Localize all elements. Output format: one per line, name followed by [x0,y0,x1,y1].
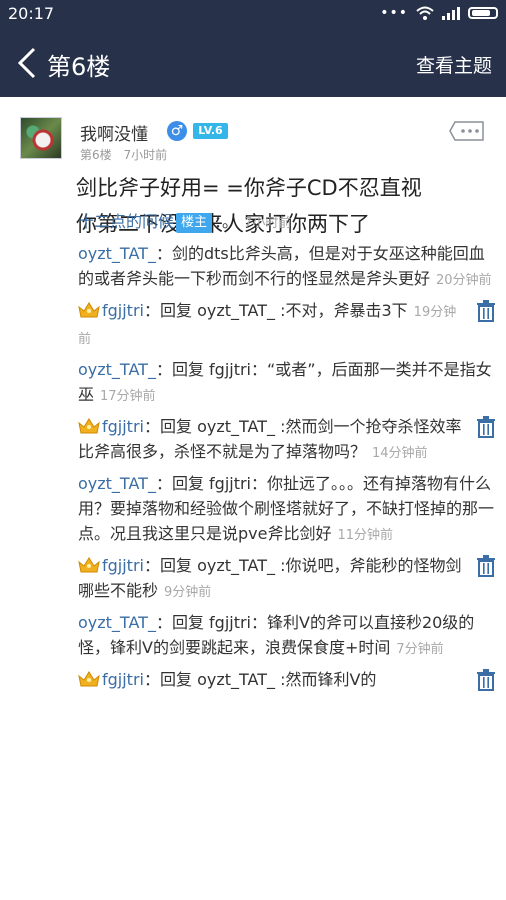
post-time: 7小时前 [123,148,168,162]
reply-username[interactable]: fgjjtri [102,301,144,320]
view-topic-button[interactable]: 查看主题 [416,51,492,78]
reply-time: 17分钟前 [100,389,156,404]
reply-username[interactable]: oyzt_TAT_ [78,360,156,379]
reply-item[interactable]: 十二点的问候 楼主：。 7小时前 [78,209,496,236]
delete-icon[interactable] [476,416,496,438]
reply-time: 11分钟前 [337,528,394,543]
post-content-line: 剑比斧子好用= =你斧子CD不忍直视 [76,176,422,200]
signal-icon [442,6,460,20]
reply-text: ：回复 oyzt_TAT_ :不对，斧暴击3下 [143,301,408,320]
reply-item[interactable]: fgjjtri：回复 oyzt_TAT_ :然而剑一个抢夺杀怪效率比斧高很多，杀… [78,414,496,466]
post-username[interactable]: 我啊没懂 [80,120,148,145]
delete-icon[interactable] [476,300,496,322]
avatar[interactable] [20,117,62,159]
battery-icon [468,7,498,19]
reply-username[interactable]: oyzt_TAT_ [78,244,156,263]
more-dots-icon: ••• [380,5,408,21]
page-title: 第6楼 [47,53,111,81]
reply-time: 7小时前 [244,216,292,231]
delete-icon[interactable] [476,555,496,577]
floor-label: 第6楼 [80,148,112,162]
reply-text: ：回复 oyzt_TAT_ :然而锋利V的 [143,670,377,689]
bottom-edge [0,885,506,900]
host-badge: 楼主 [176,213,213,233]
comment-icon[interactable] [449,121,485,141]
crown-icon [78,301,100,319]
reply-username[interactable]: fgjjtri [102,556,144,575]
reply-username[interactable]: oyzt_TAT_ [78,474,156,493]
reply-username[interactable]: fgjjtri [102,417,144,436]
reply-username[interactable]: 十二点的问候 [78,212,174,231]
reply-item[interactable]: fgjjtri：回复 oyzt_TAT_ :你说吧，斧能秒的怪物剑哪些不能秒 9分… [78,553,496,605]
header: 20:17 ••• 第6楼 查看主题 [0,0,506,97]
reply-time: 20分钟前 [436,273,492,288]
nav-bar: 第6楼 查看主题 [0,38,506,88]
reply-item[interactable]: oyzt_TAT_：回复 fgjjtri：“或者”，后面那一类并不是指女巫 17分… [78,357,496,409]
reply-time: 7分钟前 [396,642,444,657]
wifi-icon [416,6,434,20]
reply-item[interactable]: oyzt_TAT_：剑的dts比斧头高，但是对于女巫这种能回血的或者斧头能一下秒… [78,241,496,293]
status-icons: ••• [380,6,498,20]
reply-item[interactable]: oyzt_TAT_：回复 fgjjtri：你扯远了。。。还有掉落物有什么用？要掉… [78,471,496,548]
reply-item[interactable]: fgjjtri：回复 oyzt_TAT_ :然而锋利V的 [78,667,496,692]
crown-icon [78,670,100,688]
reply-time: 9分钟前 [164,585,212,600]
level-badge: LV.6 [193,123,228,139]
post-meta: 第6楼 7小时前 [80,146,167,163]
male-icon: ♂ [167,121,187,141]
back-arrow-icon[interactable] [14,46,42,80]
reply-time: 14分钟前 [372,446,428,461]
reply-item[interactable]: oyzt_TAT_：回复 fgjjtri：锋利V的斧可以直接秒20级的怪，锋利V… [78,610,496,662]
status-bar: 20:17 ••• [0,0,506,28]
status-time: 20:17 [8,4,55,23]
reply-list: 十二点的问候 楼主：。 7小时前 oyzt_TAT_：剑的dts比斧头高，但是对于女巫… [78,209,496,697]
crown-icon [78,556,100,574]
reply-item[interactable]: fgjjtri：回复 oyzt_TAT_ :不对，斧暴击3下 19分钟前 [78,298,496,352]
delete-icon[interactable] [476,669,496,691]
reply-text: ：。 [214,212,239,231]
crown-icon [78,417,100,435]
reply-username[interactable]: fgjjtri [102,670,144,689]
reply-username[interactable]: oyzt_TAT_ [78,613,156,632]
